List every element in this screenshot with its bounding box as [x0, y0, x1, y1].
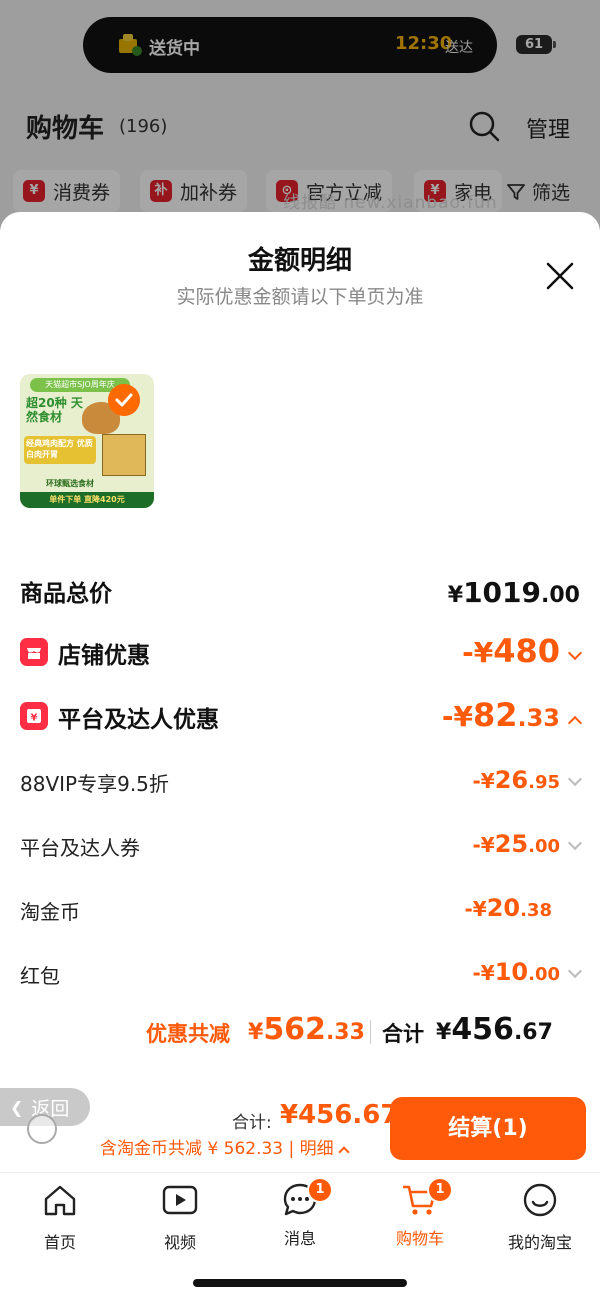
sum-label: 合计 — [382, 1022, 424, 1046]
checkmark-icon — [108, 384, 140, 416]
chevron-down-icon — [567, 645, 583, 661]
chevron-down-icon — [567, 835, 583, 851]
row-platform-discount[interactable]: ¥ 平台及达人优惠 -¥82.33 — [20, 696, 583, 740]
row-total-price: 商品总价 ¥1019.00 — [20, 574, 580, 614]
total-price-label: 商品总价 — [20, 581, 112, 607]
summary-divider — [370, 1020, 371, 1044]
bottom-total-value: ¥456.67 — [280, 1100, 399, 1130]
row-88vip[interactable]: 88VIP专享9.5折 -¥26.95 — [20, 766, 583, 800]
tab-cart[interactable]: 1 购物车 — [360, 1177, 480, 1249]
platform-coupon-value: -¥25.00 — [472, 830, 583, 858]
platform-discount-label: 平台及达人优惠 — [58, 707, 219, 733]
chevron-up-icon — [337, 1146, 350, 1158]
tab-home[interactable]: 首页 — [0, 1181, 120, 1253]
home-indicator[interactable] — [193, 1279, 407, 1287]
video-icon — [162, 1185, 198, 1215]
row-tao-coin: 淘金币 -¥20.38 — [20, 894, 580, 928]
store-discount-label: 店铺优惠 — [58, 643, 150, 669]
tab-label: 购物车 — [395, 1229, 444, 1248]
store-icon — [20, 638, 48, 666]
tab-label: 首页 — [43, 1233, 76, 1252]
sheet-title: 金额明细 — [247, 246, 352, 276]
home-icon — [44, 1185, 76, 1216]
vip-value: -¥26.95 — [472, 766, 583, 794]
total-price-value: ¥1019.00 — [447, 576, 580, 609]
summary-line: 优惠共减 ¥562.33 合计 ¥456.67 — [0, 1012, 600, 1052]
chevron-down-icon — [567, 771, 583, 787]
discount-total-label: 优惠共减 — [146, 1022, 230, 1046]
cart-badge: 1 — [427, 1177, 453, 1203]
tab-my-taobao[interactable]: 我的淘宝 — [480, 1181, 600, 1253]
vip-label: 88VIP专享9.5折 — [20, 772, 169, 796]
smiley-icon — [523, 1183, 557, 1217]
coupon-yen-icon: ¥ — [20, 702, 48, 730]
sum-value: ¥456.67 — [436, 1012, 553, 1047]
row-store-discount[interactable]: 店铺优惠 -¥480 — [20, 632, 583, 676]
chevron-left-icon: ❮ — [10, 1097, 24, 1117]
platform-discount-value: -¥82.33 — [442, 696, 583, 734]
red-packet-label: 红包 — [20, 964, 60, 988]
tab-messages[interactable]: 1 消息 — [240, 1177, 360, 1249]
red-packet-value: -¥10.00 — [472, 958, 583, 986]
checkout-button[interactable]: 结算(1) — [390, 1097, 586, 1160]
tab-label: 消息 — [283, 1229, 316, 1248]
row-red-packet[interactable]: 红包 -¥10.00 — [20, 958, 583, 992]
message-icon-wrap: 1 — [281, 1177, 333, 1219]
store-discount-value: -¥480 — [462, 632, 583, 670]
discount-total-value: ¥562.33 — [248, 1012, 365, 1047]
cart-icon-wrap: 1 — [401, 1177, 453, 1219]
select-all-radio[interactable] — [27, 1114, 57, 1144]
tab-label: 我的淘宝 — [507, 1233, 572, 1252]
detail-link[interactable]: 含淘金币共减 ¥ 562.33 | 明细 — [100, 1134, 350, 1159]
product-thumbnail[interactable]: 天猫超市SJO周年庆 超20种 天然食材 经典鸡肉配方 优质白肉开胃 环球甄选食… — [20, 374, 154, 508]
product-headline: 超20种 天然食材 — [26, 396, 83, 424]
svg-text:¥: ¥ — [31, 713, 38, 724]
product-footer: 单件下单 直降420元 — [20, 492, 154, 508]
message-badge: 1 — [307, 1177, 333, 1203]
bottom-total-label: 合计: — [232, 1113, 272, 1133]
tao-coin-label: 淘金币 — [20, 900, 80, 924]
close-icon[interactable] — [544, 260, 576, 292]
row-platform-coupon[interactable]: 平台及达人券 -¥25.00 — [20, 830, 583, 864]
product-promo: 经典鸡肉配方 优质白肉开胃 — [24, 436, 96, 464]
tao-coin-value: -¥20.38 — [464, 894, 552, 922]
tab-label: 视频 — [163, 1233, 196, 1252]
sheet-subtitle: 实际优惠金额请以下单页为准 — [176, 286, 424, 308]
platform-coupon-label: 平台及达人券 — [20, 836, 140, 860]
food-bag-image — [102, 434, 146, 476]
chevron-up-icon — [567, 715, 583, 731]
tab-video[interactable]: 视频 — [120, 1181, 240, 1253]
chevron-down-icon — [567, 963, 583, 979]
product-tag: 环球甄选食材 — [46, 479, 94, 488]
modal-overlay[interactable] — [0, 0, 600, 230]
